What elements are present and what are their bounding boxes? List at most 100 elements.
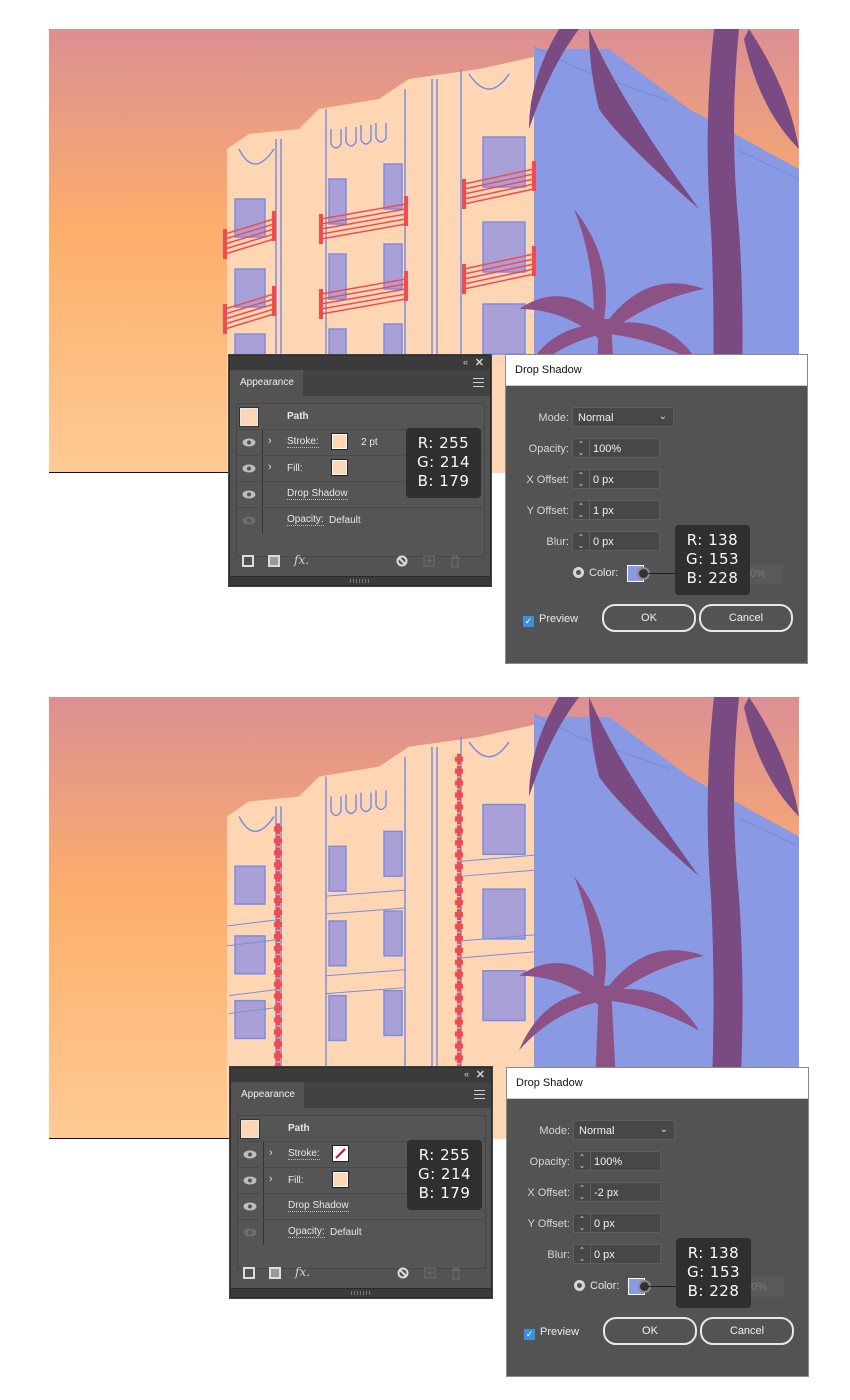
tooltip-b: B: 179 — [418, 1184, 471, 1202]
column-ornament — [457, 1028, 461, 1040]
column-ornament — [276, 990, 280, 1002]
appearance-row-opacity[interactable]: Opacity: Default — [238, 1220, 485, 1245]
column-ornament — [457, 813, 461, 825]
darkness-input: 0% — [748, 1277, 784, 1297]
x-offset-input[interactable]: -2 px — [591, 1182, 661, 1202]
column-ornament — [457, 909, 461, 920]
column-ornament — [457, 932, 461, 944]
tooltip-r: R: 138 — [687, 1244, 740, 1262]
preview-checkbox[interactable]: ✓ Preview — [524, 1326, 579, 1340]
tab-appearance[interactable]: Appearance — [231, 1082, 304, 1108]
column-ornament — [457, 765, 461, 777]
column-ornament — [457, 897, 461, 909]
column-ornament — [276, 978, 280, 990]
column-ornament — [276, 918, 280, 930]
dialog-title: Drop Shadow — [507, 1068, 808, 1099]
collapse-panel-icon[interactable]: « — [464, 1069, 469, 1079]
x-offset-label: X Offset: — [527, 1187, 570, 1199]
column-ornament — [457, 956, 461, 968]
column-ornament — [457, 885, 461, 897]
artboard-bottom-edge — [49, 1138, 230, 1139]
column-ornament — [276, 966, 280, 978]
expand-chevron-icon[interactable]: › — [269, 1173, 273, 1185]
y-offset-label: Y Offset: — [527, 1218, 570, 1230]
column-ornament — [457, 968, 461, 980]
mode-select[interactable]: Normal ⌄ — [573, 1120, 675, 1140]
column-ornament — [276, 823, 280, 835]
panel-resize-grip[interactable] — [231, 1288, 491, 1297]
column-ornament — [276, 954, 280, 966]
blur-row: Blur: ⌃ ⌄ 0 px — [507, 1244, 808, 1266]
column-ornament — [457, 837, 461, 849]
x-offset-stepper-icon[interactable]: ⌃ ⌄ — [573, 1182, 591, 1202]
color-swatch[interactable] — [333, 1172, 348, 1187]
color-radio[interactable] — [574, 1280, 585, 1291]
y-offset-stepper-icon[interactable]: ⌃ ⌄ — [573, 1213, 591, 1233]
shadow-color-tooltip: R: 138 G: 153 B: 228 — [676, 1238, 751, 1308]
column-ornament — [457, 789, 461, 801]
blur-input[interactable]: 0 px — [591, 1244, 661, 1264]
delete-item-icon — [450, 1267, 462, 1283]
clear-appearance-icon[interactable] — [397, 1267, 409, 1282]
column-ornament — [457, 873, 461, 885]
column-ornament — [457, 1052, 461, 1064]
column-ornament — [276, 1038, 280, 1050]
column-ornament — [457, 1004, 461, 1016]
blur-label: Blur: — [547, 1249, 570, 1261]
chevron-down-icon: ⌄ — [659, 1124, 668, 1135]
column-ornament — [457, 825, 461, 837]
row-divider — [263, 1220, 264, 1245]
blur-stepper-icon[interactable]: ⌃ ⌄ — [573, 1244, 591, 1264]
tooltip-r: R: 255 — [418, 1146, 471, 1164]
column-ornament — [276, 930, 280, 942]
row-divider — [263, 1194, 264, 1219]
row-label[interactable]: Stroke: — [288, 1149, 320, 1160]
column-ornament — [457, 849, 461, 861]
row-divider — [263, 1142, 264, 1167]
path-label: Path — [288, 1123, 310, 1134]
cancel-button[interactable]: Cancel — [700, 1317, 794, 1345]
panel-menu-icon[interactable] — [474, 1090, 485, 1099]
y-offset-input[interactable]: 0 px — [591, 1213, 661, 1233]
column-ornament — [457, 980, 461, 992]
row-divider — [263, 1168, 264, 1193]
column-ornament — [276, 1002, 280, 1014]
y-offset-row: Y Offset: ⌃ ⌄ 0 px — [507, 1213, 808, 1235]
stroke-none-swatch[interactable] — [333, 1146, 348, 1161]
column-ornament — [276, 1050, 280, 1062]
column-ornament — [276, 871, 280, 883]
mode-row: Mode: Normal ⌄ — [507, 1120, 808, 1142]
column-ornament — [276, 1026, 280, 1038]
expand-chevron-icon[interactable]: › — [269, 1147, 273, 1159]
visibility-eye-icon[interactable] — [243, 1202, 257, 1211]
column-ornament — [276, 895, 280, 907]
tooltip-b: B: 228 — [687, 1282, 740, 1300]
duplicate-item-icon — [424, 1267, 436, 1282]
column-ornament — [276, 1014, 280, 1026]
column-ornament — [457, 944, 461, 956]
color-value-tooltip: R: 255 G: 214 B: 179 — [407, 1140, 482, 1210]
column-ornament — [457, 753, 461, 765]
visibility-eye-icon[interactable] — [243, 1150, 257, 1159]
add-new-fill-icon[interactable] — [269, 1267, 281, 1282]
visibility-eye-icon[interactable] — [243, 1228, 257, 1237]
column-ornament — [276, 883, 280, 895]
row-label[interactable]: Opacity: — [288, 1227, 325, 1238]
add-new-effect-icon[interactable]: fx. — [295, 1265, 310, 1279]
path-thumbnail — [241, 1120, 259, 1138]
add-new-stroke-icon[interactable] — [243, 1267, 255, 1282]
opacity-row: Opacity: ⌃ ⌄ 100% — [507, 1151, 808, 1173]
tooltip-g: G: 214 — [417, 1165, 472, 1183]
column-ornament — [457, 992, 461, 1004]
visibility-eye-icon[interactable] — [243, 1176, 257, 1185]
opacity-stepper-icon[interactable]: ⌃ ⌄ — [573, 1151, 591, 1171]
column-ornament — [457, 920, 461, 932]
path-row[interactable]: Path — [238, 1116, 485, 1142]
close-panel-icon[interactable]: ✕ — [476, 1068, 485, 1081]
ok-button[interactable]: OK — [603, 1317, 697, 1345]
color-row: Color: 0% — [507, 1275, 808, 1297]
opacity-input[interactable]: 100% — [591, 1151, 661, 1171]
row-label[interactable]: Drop Shadow — [288, 1201, 349, 1212]
appearance-panel: « ✕ Appearance Path › Stroke: › Fill: Drop S… — [230, 1067, 492, 1298]
mode-label: Mode: — [539, 1125, 570, 1137]
